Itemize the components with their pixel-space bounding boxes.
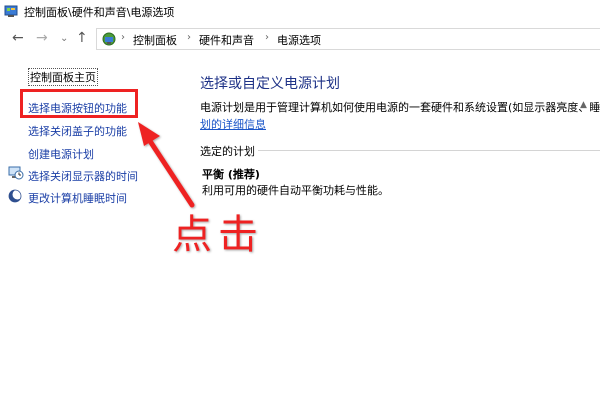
arrow-up-icon[interactable]: ↑ [76, 30, 88, 46]
plan-name: 平衡 (推荐) [202, 168, 260, 181]
title-bar: 控制面板\硬件和声音\电源选项 [0, 0, 600, 23]
breadcrumb-separator[interactable]: › [265, 32, 269, 43]
sidebar-item-create-plan[interactable]: 创建电源计划 [28, 146, 94, 162]
page-title: 选择或自定义电源计划 [200, 76, 340, 92]
chevron-up-icon[interactable]: ▲ [580, 100, 587, 110]
window-title: 控制面板\硬件和声音\电源选项 [24, 6, 175, 19]
sidebar-item-display-off[interactable]: 选择关闭显示器的时间 [28, 168, 138, 184]
breadcrumb-control-panel[interactable]: 控制面板 [133, 32, 177, 48]
breadcrumb-power-options[interactable]: 电源选项 [277, 32, 321, 48]
page-description: 电源计划是用于管理计算机如何使用电源的一套硬件和系统设置(如显示器亮度、睡眠 [200, 101, 600, 114]
click-annotation: 点击 [172, 212, 264, 258]
power-plan-details-link[interactable]: 划的详细信息 [200, 116, 266, 132]
chevron-down-icon[interactable]: ⌄ [60, 31, 68, 47]
moon-icon [8, 189, 23, 206]
address-bar[interactable]: › 控制面板 › 硬件和声音 › 电源选项 [96, 28, 600, 50]
control-panel-icon [4, 4, 18, 21]
sidebar-item-lid-close[interactable]: 选择关闭盖子的功能 [28, 123, 127, 139]
display-clock-icon [8, 166, 24, 183]
control-panel-home-link[interactable]: 控制面板主页 [28, 68, 98, 86]
navigation-bar: ← → ⌄ ↑ › 控制面板 › 硬件和声音 › 电源选项 [0, 22, 600, 56]
breadcrumb-hardware-sound[interactable]: 硬件和声音 [199, 32, 254, 48]
breadcrumb-separator[interactable]: › [187, 32, 191, 43]
breadcrumb-separator: › [121, 32, 125, 43]
arrow-left-icon[interactable]: ← [12, 30, 24, 46]
arrow-right-icon[interactable]: → [36, 30, 48, 46]
section-divider [258, 150, 600, 151]
control-panel-icon [101, 31, 117, 50]
plan-description: 利用可用的硬件自动平衡功耗与性能。 [202, 184, 389, 197]
highlight-box [20, 89, 138, 118]
section-label: 选定的计划 [200, 145, 255, 158]
sidebar-item-sleep-time[interactable]: 更改计算机睡眠时间 [28, 190, 127, 206]
